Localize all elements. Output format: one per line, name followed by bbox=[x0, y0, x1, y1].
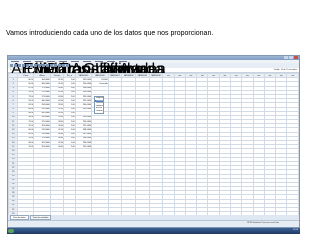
data-cell[interactable] bbox=[184, 211, 198, 215]
dialog-recall-icon[interactable] bbox=[22, 64, 25, 67]
spss-data-editor-window: ArchivoEdiciónVerDatosTransformarAnaliza… bbox=[7, 55, 300, 228]
data-cell[interactable] bbox=[63, 211, 76, 215]
menu-item-2[interactable]: Ver bbox=[35, 61, 59, 78]
menu-item-1[interactable]: Edición bbox=[23, 61, 75, 78]
menu-item-5[interactable]: Analizar bbox=[71, 61, 129, 78]
data-cell[interactable] bbox=[241, 211, 254, 215]
data-cell[interactable] bbox=[252, 211, 265, 215]
menu-item-8[interactable]: Ventana bbox=[107, 61, 166, 78]
windows-taskbar: 12:00 bbox=[7, 228, 300, 234]
taskbar-clock: 12:00 bbox=[292, 229, 298, 231]
minimize-button[interactable] bbox=[284, 56, 288, 59]
select-cases-icon[interactable] bbox=[62, 64, 65, 67]
undo-icon[interactable] bbox=[26, 64, 29, 67]
goto-case-icon[interactable] bbox=[34, 64, 37, 67]
data-cell[interactable] bbox=[49, 211, 65, 215]
status-text: SPSS Statistics Processor está listo bbox=[247, 222, 279, 224]
data-cell[interactable] bbox=[148, 211, 164, 215]
data-cell[interactable] bbox=[173, 211, 186, 215]
save-icon[interactable] bbox=[14, 64, 17, 67]
start-button[interactable] bbox=[8, 229, 14, 233]
find-icon[interactable] bbox=[42, 64, 45, 67]
visible-variables-count: Visible: 10 de 10 variables bbox=[273, 69, 297, 71]
measure-dropdown-list: NingunoConocidoDesconocidoNominalEscalaO… bbox=[94, 96, 104, 114]
insert-variable-icon[interactable] bbox=[50, 64, 53, 67]
status-bar: SPSS Statistics Processor está listo bbox=[8, 220, 299, 227]
data-cell[interactable] bbox=[74, 211, 93, 215]
data-cell[interactable] bbox=[207, 211, 220, 215]
window-controls bbox=[284, 56, 298, 59]
data-grid: Peso Altura Cintura Pie_tr VAR00005 VAR00006 V… bbox=[8, 73, 299, 215]
data-cell[interactable] bbox=[107, 211, 123, 215]
split-file-icon[interactable] bbox=[54, 64, 57, 67]
variables-icon[interactable] bbox=[38, 64, 41, 67]
data-cell[interactable] bbox=[263, 211, 277, 215]
slide-caption: Vamos introduciendo cada uno de los dato… bbox=[6, 30, 214, 37]
data-table: Peso Altura Cintura Pie_tr VAR00005 VAR00006 V… bbox=[8, 73, 299, 215]
menu-item-6[interactable]: Gráficos bbox=[83, 61, 143, 78]
window-titlebar bbox=[8, 56, 299, 60]
data-cell[interactable] bbox=[91, 211, 109, 215]
menu-item-3[interactable]: Datos bbox=[47, 61, 89, 78]
open-icon[interactable] bbox=[10, 64, 13, 67]
data-cell[interactable] bbox=[162, 211, 175, 215]
table-row: 33 bbox=[8, 211, 299, 215]
data-cell[interactable] bbox=[230, 211, 243, 215]
insert-case-icon[interactable] bbox=[46, 64, 49, 67]
close-button[interactable] bbox=[294, 56, 298, 59]
data-cell[interactable] bbox=[286, 211, 299, 215]
menu-item-7[interactable]: Utilidades bbox=[95, 61, 165, 78]
maximize-button[interactable] bbox=[289, 56, 293, 59]
menu-item-4[interactable]: Transformar bbox=[59, 61, 146, 78]
weight-cases-icon[interactable] bbox=[58, 64, 61, 67]
redo-icon[interactable] bbox=[30, 64, 33, 67]
value-labels-icon[interactable] bbox=[66, 64, 69, 67]
data-cell[interactable] bbox=[218, 211, 232, 215]
data-cell[interactable] bbox=[121, 211, 136, 215]
data-cell[interactable] bbox=[134, 211, 150, 215]
cell-reference: 1 : VAR00001 bbox=[10, 69, 23, 71]
menu-item-0[interactable]: Archivo bbox=[11, 61, 64, 78]
dropdown-option[interactable]: Ordinal bbox=[95, 110, 103, 113]
data-cell[interactable] bbox=[196, 211, 209, 215]
menu-item-9[interactable]: Ayuda bbox=[119, 61, 164, 78]
data-cell[interactable] bbox=[275, 211, 288, 215]
print-icon[interactable] bbox=[18, 64, 21, 67]
